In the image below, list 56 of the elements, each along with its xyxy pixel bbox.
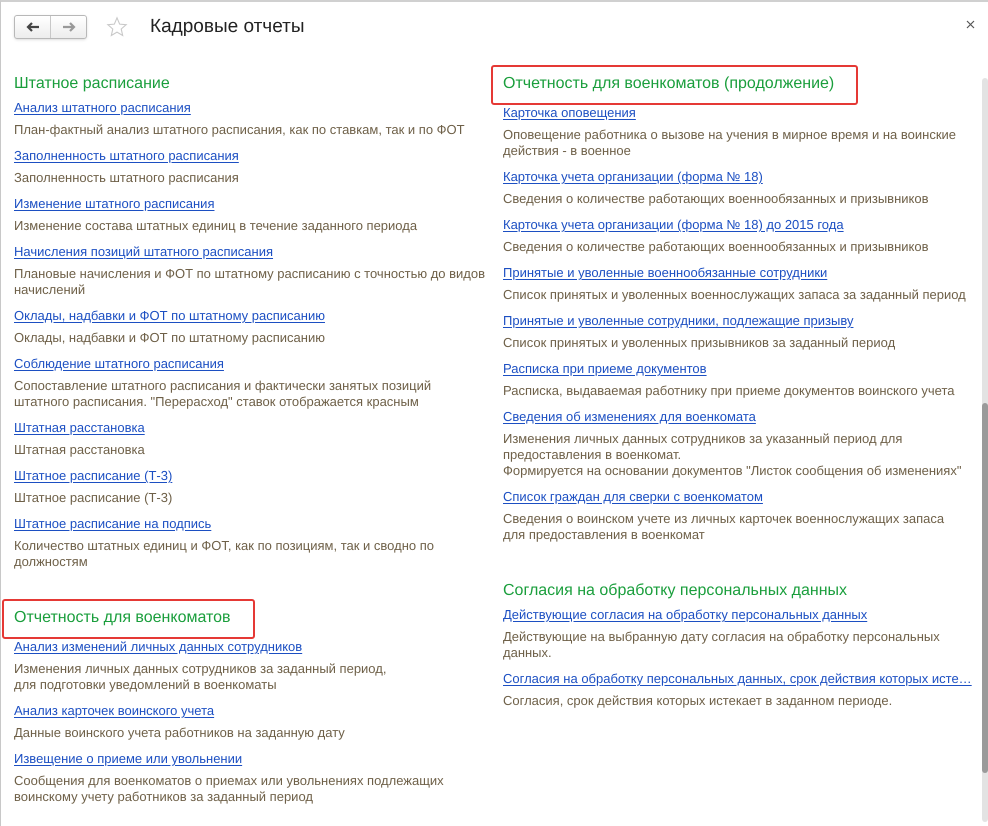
report-description: Список принятых и уволенных военнослужащих запаса за заданный период [503, 287, 966, 303]
report-description: Оповещение работника о вызове на учения в мирное время и на воинские действия - в военное [503, 127, 956, 159]
report-description: Сопоставление штатного расписания и фактически занятых позиций штатного расписания. "Перерасход" ставок отображается красным [14, 378, 432, 410]
report-description: Штатное расписание (Т-3) [14, 490, 172, 506]
scrollbar-thumb[interactable] [982, 403, 988, 773]
report-link[interactable]: Штатная расстановка [14, 419, 145, 436]
report-link[interactable]: Карточка оповещения [503, 104, 636, 121]
star-icon [106, 16, 128, 38]
report-description: Согласия, срок действия которых истекает в заданном периоде. [503, 693, 892, 709]
report-description: Сведения о воинском учете из личных карточек военнослужащих запаса для предоставления в военкомат [503, 511, 944, 543]
report-description: Штатная расстановка [14, 442, 145, 458]
report-description: Список принятых и уволенных призывников за заданный период [503, 335, 896, 351]
report-link[interactable]: Действующие согласия на обработку персональных данных [503, 606, 868, 623]
report-link[interactable]: Карточка учета организации (форма № 18) [503, 168, 763, 185]
report-link[interactable]: Анализ изменений личных данных сотрудников [14, 638, 302, 655]
report-description: Данные воинского учета работников на заданную дату [14, 725, 345, 741]
report-link[interactable]: Изменение штатного расписания [14, 195, 214, 212]
report-link[interactable]: Сведения об изменениях для военкомата [503, 408, 756, 425]
section-heading: Штатное расписание [14, 74, 170, 94]
report-link[interactable]: Штатное расписание (Т-3) [14, 467, 172, 484]
report-description: Сведения о количестве работающих военнообязанных и призывников [503, 191, 929, 207]
section-heading: Согласия на обработку персональных данных [503, 581, 848, 601]
report-link[interactable]: Соблюдение штатного расписания [14, 355, 224, 372]
report-description: Заполненность штатного расписания [14, 170, 239, 186]
report-description: Изменения личных данных сотрудников за указанный период для предоставления в военкомат. Формируется на основании документов "Листок сообщения об изменениях" [503, 431, 962, 479]
section-heading: Отчетность для военкоматов (продолжение) [491, 65, 858, 105]
report-description: План-фактный анализ штатного расписания, как по ставкам, так и по ФОТ [14, 122, 465, 138]
report-description: Сообщения для военкоматов о приемах или увольнениях подлежащих воинскому учету работников за заданный период [14, 773, 444, 805]
report-description: Количество штатных единиц и ФОТ, как по позициям, так и сводно по должностям [14, 538, 434, 570]
scrollbar[interactable] [982, 78, 988, 822]
report-description: Изменение состава штатных единиц в течение заданного периода [14, 218, 418, 234]
report-link[interactable]: Извещение о приеме или увольнении [14, 750, 242, 767]
report-description: Изменения личных данных сотрудников за заданный период, для подготовки уведомлений в военкоматы [14, 661, 386, 693]
report-link[interactable]: Согласия на обработку персональных данных, срок действия которых исте… [503, 670, 972, 687]
report-description: Действующие на выбранную дату согласия на обработку персональных данных. [503, 629, 940, 661]
report-description: Оклады, надбавки и ФОТ по штатному расписанию [14, 330, 325, 346]
report-link[interactable]: Анализ карточек воинского учета [14, 702, 214, 719]
report-description: Плановые начисления и ФОТ по штатному расписанию с точностью до видов начислений [14, 266, 486, 298]
forward-arrow-icon [62, 22, 76, 32]
section-heading: Отчетность для военкоматов [2, 599, 255, 639]
favorite-star-button[interactable] [105, 15, 129, 39]
report-link[interactable]: Начисления позиций штатного расписания [14, 243, 274, 260]
report-link[interactable]: Расписка при приеме документов [503, 360, 707, 377]
close-icon [966, 20, 974, 28]
report-link[interactable]: Оклады, надбавки и ФОТ по штатному расписанию [14, 307, 325, 324]
report-link[interactable]: Принятые и уволенные военнообязанные сотрудники [503, 264, 828, 281]
report-link[interactable]: Штатное расписание на подпись [14, 515, 212, 532]
window-title: Кадровые отчеты [150, 14, 304, 39]
back-arrow-icon [26, 22, 40, 32]
report-link[interactable]: Анализ штатного расписания [14, 99, 191, 116]
report-description: Расписка, выдаваемая работнику при приеме документов воинского учета [503, 383, 954, 399]
report-link[interactable]: Заполненность штатного расписания [14, 147, 239, 164]
report-description: Сведения о количестве работающих военнообязанных и призывников [503, 239, 929, 255]
report-link[interactable]: Карточка учета организации (форма № 18) до 2015 года [503, 216, 844, 233]
report-link[interactable]: Список граждан для сверки с военкоматом [503, 488, 763, 505]
report-link[interactable]: Принятые и уволенные сотрудники, подлежащие призыву [503, 312, 854, 329]
